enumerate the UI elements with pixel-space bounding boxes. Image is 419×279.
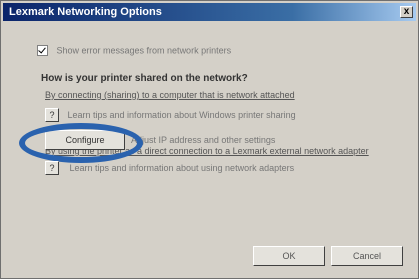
window-title: Lexmark Networking Options (9, 6, 162, 18)
adapter-help-text: Learn tips and information about using n… (69, 162, 295, 173)
close-button[interactable]: x (400, 6, 413, 18)
cancel-button[interactable]: Cancel (331, 246, 403, 266)
checkmark-icon[interactable] (37, 45, 48, 57)
show-messages-option[interactable]: Show error messages from network printer… (37, 45, 231, 57)
close-icon: x (403, 6, 410, 17)
question-icon[interactable]: ? (45, 160, 59, 175)
question-icon[interactable]: ? (45, 108, 59, 122)
printer-sharing-help-text: Learn tips and information about Windows… (67, 110, 296, 120)
configure-button[interactable]: Configure (45, 130, 125, 150)
shared-computer-link[interactable]: By connecting (sharing) to a computer th… (45, 90, 295, 100)
show-messages-label: Show error messages from network printer… (56, 45, 232, 56)
ok-button[interactable]: OK (253, 246, 325, 266)
dialog-content: Show error messages from network printer… (9, 29, 412, 229)
sharing-question: How is your printer shared on the networ… (41, 73, 248, 84)
dialog-window: Lexmark Networking Options x Show error … (0, 0, 419, 279)
adapter-help-row[interactable]: ? Learn tips and information about using… (45, 159, 294, 175)
configure-description: Adjust IP address and other settings (131, 135, 276, 145)
printer-sharing-help-row[interactable]: ? Learn tips and information about Windo… (45, 108, 296, 124)
title-bar: Lexmark Networking Options x (3, 3, 416, 21)
